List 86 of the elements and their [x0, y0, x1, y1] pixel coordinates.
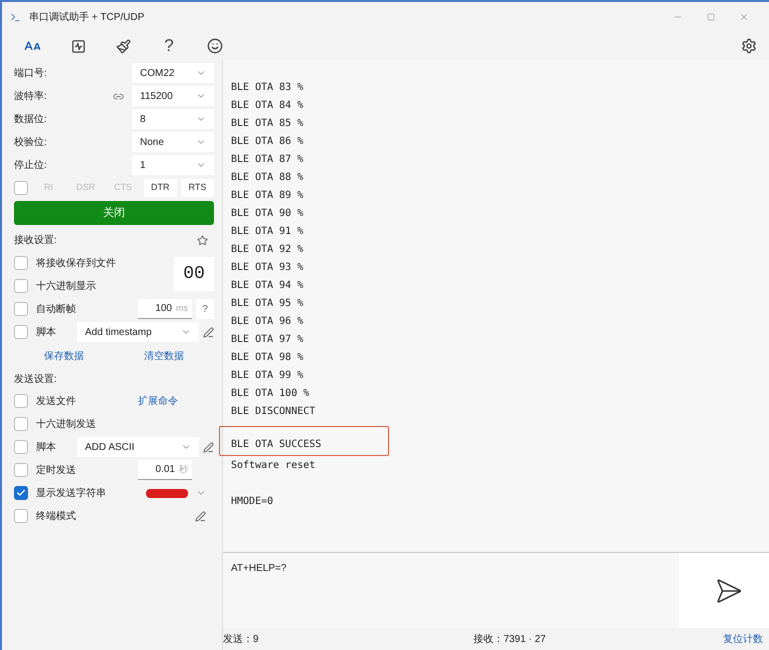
checkbox-label: 发送文件	[36, 394, 76, 408]
log-line: BLE OTA 98 %	[231, 350, 304, 364]
window-title: 串口调试助手 + TCP/UDP	[29, 10, 144, 24]
checkbox-label: 显示发送字符串	[36, 486, 106, 500]
checkbox[interactable]	[14, 325, 28, 339]
checkbox-label: 十六进制显示	[36, 280, 96, 294]
log-line: BLE OTA 96 %	[231, 314, 304, 328]
sent-count: 发送：9	[223, 632, 259, 646]
checkbox-label: 十六进制发送	[36, 418, 96, 432]
log-line: BLE OTA 91 %	[231, 224, 304, 238]
log-line: BLE OTA 89 %	[231, 188, 304, 202]
log-line: BLE OTA 87 %	[231, 152, 304, 166]
log-line: BLE DISCONNECT	[231, 404, 316, 418]
number-field[interactable]: 100 ms	[138, 299, 192, 319]
select-dropdown[interactable]: 8	[132, 109, 214, 129]
number-field[interactable]: 0.01 秒	[138, 460, 192, 480]
checkbox[interactable]	[14, 463, 28, 477]
checkbox[interactable]	[14, 256, 28, 270]
checkbox-label: 定时发送	[36, 464, 76, 478]
log-line: Software reset	[231, 458, 316, 472]
log-line: BLE OTA 83 %	[231, 80, 304, 94]
log-line: BLE OTA 95 %	[231, 296, 304, 310]
send-button[interactable]	[679, 553, 769, 628]
log-line: BLE OTA 85 %	[231, 116, 304, 130]
log-line: BLE OTA 93 %	[231, 260, 304, 274]
action-link[interactable]: 保存数据	[44, 348, 84, 364]
checkbox[interactable]	[14, 509, 28, 523]
action-link[interactable]: 清空数据	[144, 348, 184, 364]
log-line: BLE OTA 94 %	[231, 278, 304, 292]
reset-count-link[interactable]: 复位计数	[723, 632, 763, 646]
maximize-icon[interactable]	[707, 13, 715, 21]
settings-icon[interactable]	[741, 38, 757, 54]
field-label: 停止位:	[14, 158, 47, 172]
help-button[interactable]: ?	[161, 33, 177, 59]
checkbox[interactable]	[14, 279, 28, 293]
select-dropdown[interactable]: 115200	[132, 86, 214, 106]
select-dropdown[interactable]: None	[132, 132, 214, 152]
close-icon[interactable]	[739, 12, 749, 22]
smiley-icon[interactable]	[207, 38, 223, 54]
app-icon	[10, 12, 21, 22]
log-line: BLE OTA 92 %	[231, 242, 304, 256]
log-line: BLE OTA 90 %	[231, 206, 304, 220]
field-label: 端口号:	[14, 66, 47, 80]
extend-command-link[interactable]: 扩展命令	[138, 394, 178, 408]
brush-icon[interactable]	[116, 38, 131, 54]
section-title: 发送设置:	[14, 372, 58, 386]
log-line: BLE OTA 86 %	[231, 134, 304, 148]
checkbox[interactable]	[14, 394, 28, 408]
select-dropdown[interactable]: Add timestamp	[77, 322, 199, 342]
checkbox[interactable]	[14, 417, 28, 431]
log-line: HMODE=0	[231, 494, 274, 508]
log-line: BLE OTA 84 %	[231, 98, 304, 112]
checkbox-label: 自动断帧	[36, 302, 76, 316]
log-line: BLE OTA 97 %	[231, 332, 304, 346]
close-port-button[interactable]: 关闭	[14, 201, 214, 225]
field-label: 波特率:	[14, 90, 47, 104]
checkbox[interactable]	[14, 302, 28, 316]
field-label: 校验位:	[14, 136, 47, 150]
select-dropdown[interactable]: COM22	[132, 63, 214, 83]
chart-icon[interactable]	[71, 38, 86, 54]
section-title: 接收设置:	[14, 234, 57, 248]
log-line: BLE OTA 88 %	[231, 170, 304, 184]
log-line: BLE OTA 99 %	[231, 368, 304, 382]
checkbox[interactable]	[14, 440, 28, 454]
checkbox-label: 终端模式	[36, 510, 76, 524]
select-dropdown[interactable]: 1	[132, 155, 214, 175]
select-dropdown[interactable]: ADD ASCII	[77, 437, 199, 457]
checkbox-label: 将接收保存到文件	[36, 256, 116, 270]
signal-toggle[interactable]: RTS	[180, 179, 214, 197]
received-count: 接收：7391 · 27	[474, 632, 546, 646]
log-line: BLE OTA 100 %	[231, 386, 310, 400]
edit-icon[interactable]	[203, 442, 214, 452]
edit-icon[interactable]	[203, 326, 214, 338]
edit-icon[interactable]	[195, 510, 206, 522]
signal-toggle[interactable]: DTR	[144, 179, 177, 197]
hex-display: 00	[174, 257, 214, 291]
star-icon[interactable]	[197, 234, 208, 246]
help-button[interactable]: ?	[196, 299, 214, 319]
checkbox[interactable]	[14, 181, 28, 195]
checkbox-label: 脚本	[36, 326, 56, 340]
color-swatch[interactable]	[146, 488, 188, 498]
checkbox[interactable]	[14, 486, 28, 500]
checkmark-icon	[16, 488, 26, 498]
field-label: 数据位:	[14, 112, 47, 126]
checkbox-label: 脚本	[36, 440, 56, 454]
send-input-field[interactable]: AT+HELP=?	[223, 553, 679, 628]
